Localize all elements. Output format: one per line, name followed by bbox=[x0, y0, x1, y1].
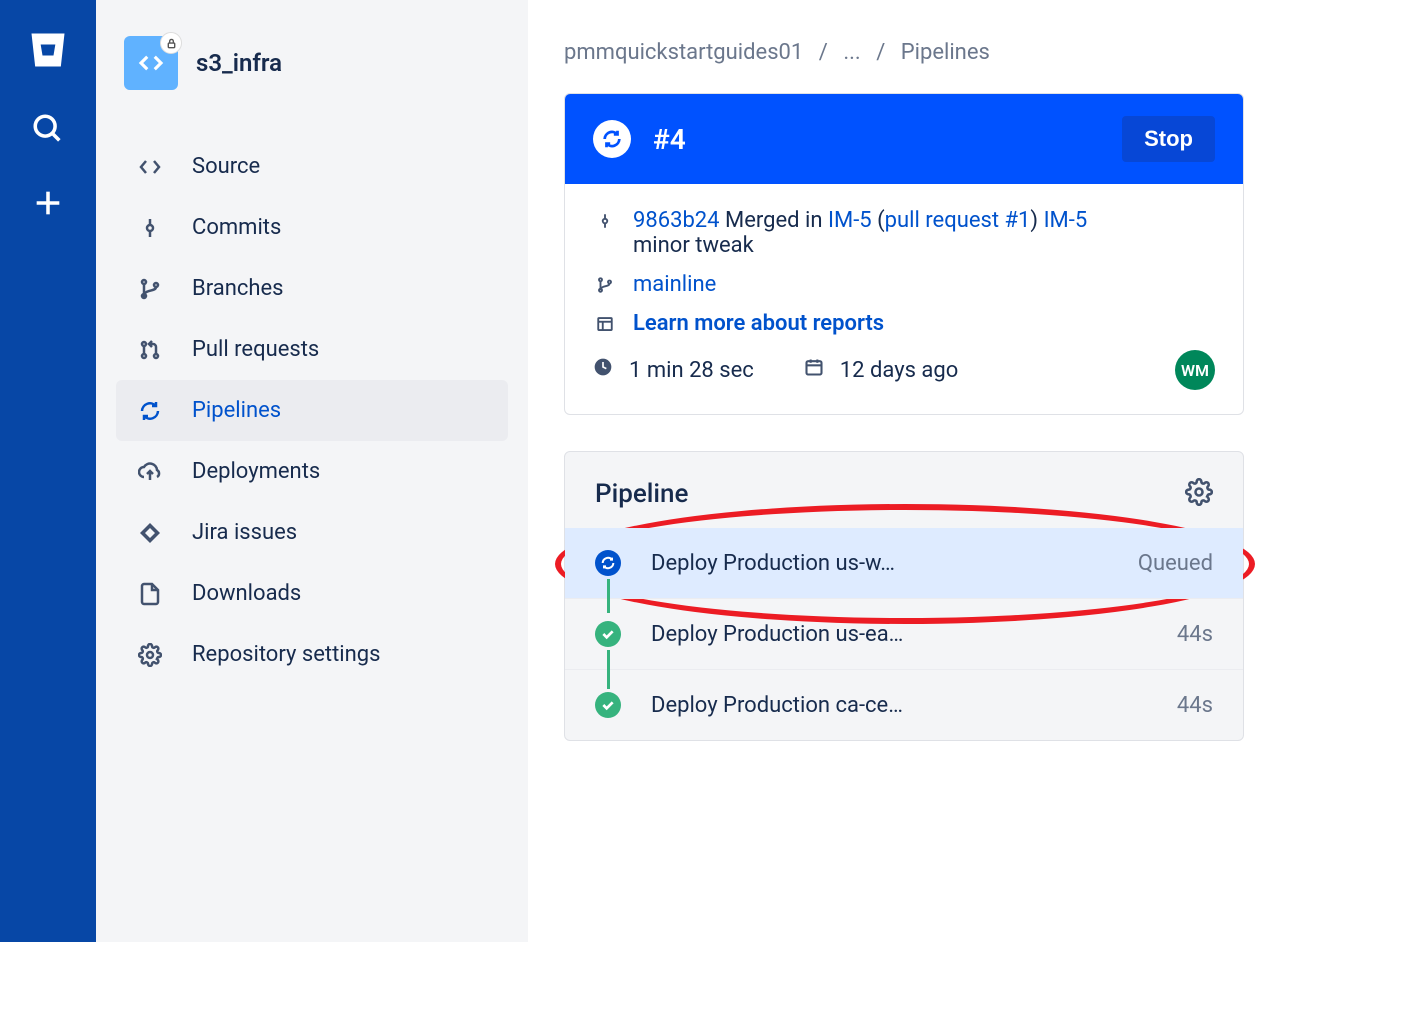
code-icon bbox=[136, 155, 164, 179]
pr-link[interactable]: pull request #1 bbox=[885, 208, 1031, 233]
global-nav-rail bbox=[0, 0, 96, 942]
step-label: Deploy Production us-ea… bbox=[651, 622, 1177, 647]
commit-icon bbox=[136, 216, 164, 240]
pipeline-run-card: #4 Stop 9863b24 Merged in IM-5 (pull req… bbox=[564, 93, 1244, 415]
commit-text-2: minor tweak bbox=[633, 233, 754, 258]
paren: ( bbox=[877, 208, 885, 233]
sidebar-item-label: Commits bbox=[192, 215, 281, 240]
breadcrumb-workspace[interactable]: pmmquickstartguides01 bbox=[564, 40, 803, 65]
sidebar-item-repository-settings[interactable]: Repository settings bbox=[116, 624, 508, 685]
run-body: 9863b24 Merged in IM-5 (pull request #1)… bbox=[565, 184, 1243, 414]
branch-line: mainline bbox=[593, 272, 1215, 297]
running-status-icon bbox=[593, 120, 631, 158]
branch-icon bbox=[593, 272, 617, 294]
repo-sidebar: s3_infra Source Commits Branches Pull re… bbox=[96, 0, 528, 942]
run-number: #4 bbox=[653, 123, 1100, 156]
sidebar-item-commits[interactable]: Commits bbox=[116, 197, 508, 258]
breadcrumb-current[interactable]: Pipelines bbox=[901, 40, 990, 65]
file-icon bbox=[136, 582, 164, 606]
clock-icon bbox=[593, 357, 613, 383]
step-connector bbox=[607, 579, 610, 613]
pipeline-step[interactable]: Deploy Production ca-ce… 44s bbox=[565, 669, 1243, 740]
step-label: Deploy Production us-w… bbox=[651, 551, 1138, 576]
bitbucket-logo-icon[interactable] bbox=[26, 28, 70, 76]
sidebar-item-deployments[interactable]: Deployments bbox=[116, 441, 508, 502]
reports-link[interactable]: Learn more about reports bbox=[633, 311, 884, 336]
duration-text: 1 min 28 sec bbox=[629, 358, 754, 383]
breadcrumb-ellipsis[interactable]: ... bbox=[843, 40, 860, 65]
avatar[interactable]: WM bbox=[1175, 350, 1215, 390]
commit-line: 9863b24 Merged in IM-5 (pull request #1)… bbox=[593, 208, 1215, 258]
step-status: Queued bbox=[1138, 551, 1213, 576]
step-duration: 44s bbox=[1177, 693, 1213, 718]
step-duration: 44s bbox=[1177, 622, 1213, 647]
sidebar-item-label: Repository settings bbox=[192, 642, 381, 667]
issue-link-2[interactable]: IM-5 bbox=[1044, 208, 1088, 233]
gear-icon[interactable] bbox=[1185, 478, 1213, 510]
paren: ) bbox=[1030, 208, 1038, 233]
breadcrumb-separator: / bbox=[876, 40, 885, 65]
success-status-icon bbox=[595, 621, 621, 647]
cloud-upload-icon bbox=[136, 460, 164, 484]
success-status-icon bbox=[595, 692, 621, 718]
sidebar-item-label: Pull requests bbox=[192, 337, 319, 362]
pipeline-title: Pipeline bbox=[595, 479, 688, 509]
repo-name[interactable]: s3_infra bbox=[196, 49, 282, 77]
breadcrumb: pmmquickstartguides01 / ... / Pipelines bbox=[564, 40, 1244, 65]
jira-icon bbox=[136, 521, 164, 545]
run-header: #4 Stop bbox=[565, 94, 1243, 184]
repo-avatar-icon bbox=[124, 36, 178, 90]
age-text: 12 days ago bbox=[840, 358, 959, 383]
pipeline-steps-card: Pipeline Deploy Production us-w… Queued … bbox=[564, 451, 1244, 741]
step-connector bbox=[607, 650, 610, 684]
sidebar-item-label: Pipelines bbox=[192, 398, 281, 423]
commit-text: Merged in bbox=[725, 208, 823, 233]
branch-icon bbox=[136, 277, 164, 301]
commit-hash-link[interactable]: 9863b24 bbox=[633, 208, 720, 233]
pipeline-head: Pipeline bbox=[565, 452, 1243, 528]
branch-link[interactable]: mainline bbox=[633, 272, 716, 297]
sidebar-item-branches[interactable]: Branches bbox=[116, 258, 508, 319]
sidebar-item-label: Downloads bbox=[192, 581, 301, 606]
repo-header: s3_infra bbox=[124, 36, 508, 90]
commit-icon bbox=[593, 208, 617, 230]
issue-link[interactable]: IM-5 bbox=[828, 208, 872, 233]
main-content: pmmquickstartguides01 / ... / Pipelines … bbox=[528, 0, 1280, 942]
sidebar-item-label: Deployments bbox=[192, 459, 320, 484]
pipeline-step[interactable]: Deploy Production us-ea… 44s bbox=[565, 598, 1243, 669]
gear-icon bbox=[136, 643, 164, 667]
report-icon bbox=[593, 311, 617, 333]
sidebar-item-label: Branches bbox=[192, 276, 284, 301]
meta-row: 1 min 28 sec 12 days ago WM bbox=[593, 350, 1215, 390]
reports-line: Learn more about reports bbox=[593, 311, 1215, 336]
calendar-icon bbox=[804, 357, 824, 383]
steps-container: Deploy Production us-w… Queued Deploy Pr… bbox=[565, 528, 1243, 740]
breadcrumb-separator: / bbox=[819, 40, 828, 65]
running-status-icon bbox=[595, 550, 621, 576]
sidebar-item-label: Source bbox=[192, 154, 260, 179]
pull-request-icon bbox=[136, 338, 164, 362]
sidebar-item-source[interactable]: Source bbox=[116, 136, 508, 197]
pipelines-icon bbox=[136, 399, 164, 423]
step-label: Deploy Production ca-ce… bbox=[651, 693, 1177, 718]
search-icon[interactable] bbox=[31, 112, 65, 150]
sidebar-item-downloads[interactable]: Downloads bbox=[116, 563, 508, 624]
pipeline-step[interactable]: Deploy Production us-w… Queued bbox=[565, 528, 1243, 598]
sidebar-item-pipelines[interactable]: Pipelines bbox=[116, 380, 508, 441]
sidebar-item-label: Jira issues bbox=[192, 520, 297, 545]
sidebar-item-jira-issues[interactable]: Jira issues bbox=[116, 502, 508, 563]
stop-button[interactable]: Stop bbox=[1122, 116, 1215, 162]
add-icon[interactable] bbox=[31, 186, 65, 224]
sidebar-item-pull-requests[interactable]: Pull requests bbox=[116, 319, 508, 380]
lock-icon bbox=[160, 32, 182, 54]
